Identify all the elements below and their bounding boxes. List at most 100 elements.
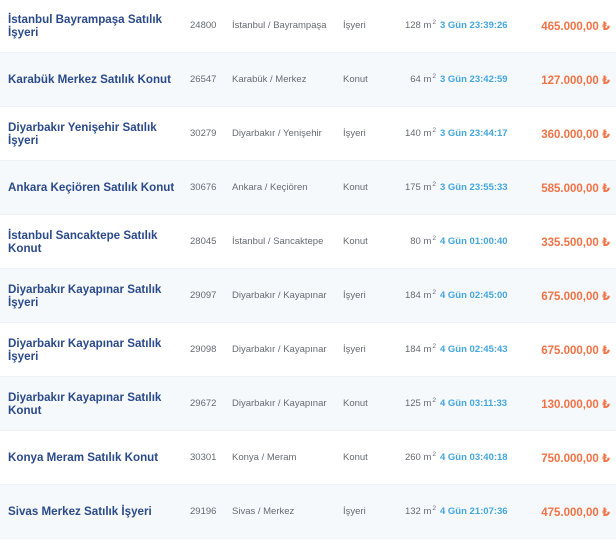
table-row[interactable]: Sivas Merkez Satılık İşyeri 29196 Sivas … [0, 485, 616, 539]
listing-price: 130.000,00 ₺ [541, 398, 610, 411]
listing-title-link[interactable]: Diyarbakır Kayapınar Satılık İşyeri [8, 323, 180, 376]
listing-title-text: Ankara Keçiören Satılık Konut [8, 181, 175, 194]
listing-remaining-time: 3 Gün 23:44:17 [440, 128, 508, 139]
listing-remaining-time: 4 Gün 03:11:33 [440, 398, 508, 409]
listing-area-value: 175 m [404, 182, 432, 193]
listing-area-value: 64 m [410, 74, 432, 85]
listing-area: 260 m2 [398, 431, 436, 484]
listing-price: 127.000,00 ₺ [541, 74, 610, 87]
listing-type: İşyeri [343, 20, 366, 31]
listing-title-link[interactable]: Konya Meram Satılık Konut [8, 431, 180, 484]
listing-id: 29672 [190, 398, 217, 409]
listing-title-link[interactable]: İstanbul Sancaktepe Satılık Konut [8, 215, 180, 268]
listing-title-text: Diyarbakır Yenişehir Satılık İşyeri [8, 120, 157, 147]
listing-id: 29097 [190, 290, 217, 301]
listing-title-link[interactable]: Diyarbakır Kayapınar Satılık İşyeri [8, 269, 180, 322]
listing-location: Sivas / Merkez [232, 506, 295, 517]
table-row[interactable]: Diyarbakır Kayapınar Satılık İşyeri 2909… [0, 323, 616, 377]
listing-id: 30301 [190, 452, 217, 463]
listing-area: 64 m2 [398, 53, 436, 106]
listing-area: 128 m2 [398, 0, 436, 52]
listing-id: 30279 [190, 128, 217, 139]
listing-location: Diyarbakır / Yenişehir [232, 128, 322, 139]
listing-location: Konya / Meram [232, 452, 297, 463]
listing-title-text: İstanbul Bayrampaşa Satılık İşyeri [8, 12, 163, 39]
listing-id: 26547 [190, 74, 217, 85]
listing-remaining-time: 4 Gün 03:40:18 [440, 452, 508, 463]
listing-table: İstanbul Bayrampaşa Satılık İşyeri 24800… [0, 0, 616, 539]
listing-title-text: Sivas Merkez Satılık İşyeri [8, 505, 152, 518]
listing-title-text: Konya Meram Satılık Konut [8, 451, 159, 464]
listing-price: 675.000,00 ₺ [541, 344, 610, 357]
listing-type: İşyeri [343, 128, 366, 139]
table-row[interactable]: İstanbul Sancaktepe Satılık Konut 28045 … [0, 215, 616, 269]
listing-type: İşyeri [343, 506, 366, 517]
listing-location: Ankara / Keçiören [232, 182, 308, 193]
listing-price: 360.000,00 ₺ [541, 128, 610, 141]
listing-title-text: Diyarbakır Kayapınar Satılık İşyeri [8, 336, 162, 363]
listing-area: 132 m2 [398, 485, 436, 538]
listing-title-link[interactable]: Diyarbakır Yenişehir Satılık İşyeri [8, 107, 180, 160]
listing-title-text: Diyarbakır Kayapınar Satılık İşyeri [8, 282, 162, 309]
table-row[interactable]: Diyarbakır Yenişehir Satılık İşyeri 3027… [0, 107, 616, 161]
listing-type: İşyeri [343, 344, 366, 355]
listing-type: Konut [343, 74, 368, 85]
listing-remaining-time: 3 Gün 23:39:26 [440, 20, 508, 31]
listing-remaining-time: 4 Gün 01:00:40 [440, 236, 508, 247]
table-row[interactable]: Ankara Keçiören Satılık Konut 30676 Anka… [0, 161, 616, 215]
listing-area-unit-exponent: 2 [432, 19, 436, 26]
listing-area: 184 m2 [398, 323, 436, 376]
listing-price: 465.000,00 ₺ [541, 20, 610, 33]
listing-title-text: Diyarbakır Kayapınar Satılık Konut [8, 390, 162, 417]
listing-title-link[interactable]: Diyarbakır Kayapınar Satılık Konut [8, 377, 180, 430]
listing-type: Konut [343, 452, 368, 463]
listing-location: Karabük / Merkez [232, 74, 307, 85]
listing-area-value: 80 m [410, 236, 432, 247]
listing-area: 80 m2 [398, 215, 436, 268]
table-row[interactable]: Karabük Merkez Satılık Konut 26547 Karab… [0, 53, 616, 107]
listing-area-value: 125 m [404, 398, 432, 409]
listing-area-unit-exponent: 2 [432, 289, 436, 296]
listing-area-value: 132 m [404, 506, 432, 517]
listing-price: 475.000,00 ₺ [541, 506, 610, 519]
listing-area-unit-exponent: 2 [432, 235, 436, 242]
listing-area: 140 m2 [398, 107, 436, 160]
listing-area-unit-exponent: 2 [432, 397, 436, 404]
listing-area-value: 140 m [404, 128, 432, 139]
listing-area-value: 184 m [404, 290, 432, 301]
listing-area-unit-exponent: 2 [432, 451, 436, 458]
listing-title-link[interactable]: Karabük Merkez Satılık Konut [8, 53, 180, 106]
listing-title-link[interactable]: İstanbul Bayrampaşa Satılık İşyeri [8, 0, 180, 52]
listing-remaining-time: 4 Gün 02:45:43 [440, 344, 508, 355]
listing-price: 750.000,00 ₺ [541, 452, 610, 465]
listing-id: 29098 [190, 344, 217, 355]
listing-area-unit-exponent: 2 [432, 127, 436, 134]
listing-type: Konut [343, 398, 368, 409]
listing-id: 24800 [190, 20, 217, 31]
table-row[interactable]: Diyarbakır Kayapınar Satılık Konut 29672… [0, 377, 616, 431]
listing-area-unit-exponent: 2 [432, 343, 436, 350]
listing-area-value: 260 m [404, 452, 432, 463]
listing-area-unit-exponent: 2 [432, 73, 436, 80]
listing-price: 675.000,00 ₺ [541, 290, 610, 303]
listing-title-text: Karabük Merkez Satılık Konut [8, 73, 171, 86]
listing-area-unit-exponent: 2 [432, 505, 436, 512]
table-row[interactable]: İstanbul Bayrampaşa Satılık İşyeri 24800… [0, 0, 616, 53]
listing-title-text: İstanbul Sancaktepe Satılık Konut [8, 228, 158, 255]
listing-id: 29196 [190, 506, 217, 517]
listing-title-link[interactable]: Sivas Merkez Satılık İşyeri [8, 485, 180, 538]
listing-price: 335.500,00 ₺ [541, 236, 610, 249]
listing-location: Diyarbakır / Kayapınar [232, 398, 327, 409]
table-row[interactable]: Diyarbakır Kayapınar Satılık İşyeri 2909… [0, 269, 616, 323]
listing-type: İşyeri [343, 290, 366, 301]
listing-price: 585.000,00 ₺ [541, 182, 610, 195]
listing-remaining-time: 3 Gün 23:55:33 [440, 182, 508, 193]
listing-location: Diyarbakır / Kayapınar [232, 290, 327, 301]
listing-type: Konut [343, 182, 368, 193]
listing-remaining-time: 3 Gün 23:42:59 [440, 74, 508, 85]
table-row[interactable]: Konya Meram Satılık Konut 30301 Konya / … [0, 431, 616, 485]
listing-title-link[interactable]: Ankara Keçiören Satılık Konut [8, 161, 180, 214]
listing-area-value: 184 m [404, 344, 432, 355]
listing-area-value: 128 m [404, 20, 432, 31]
listing-type: Konut [343, 236, 368, 247]
